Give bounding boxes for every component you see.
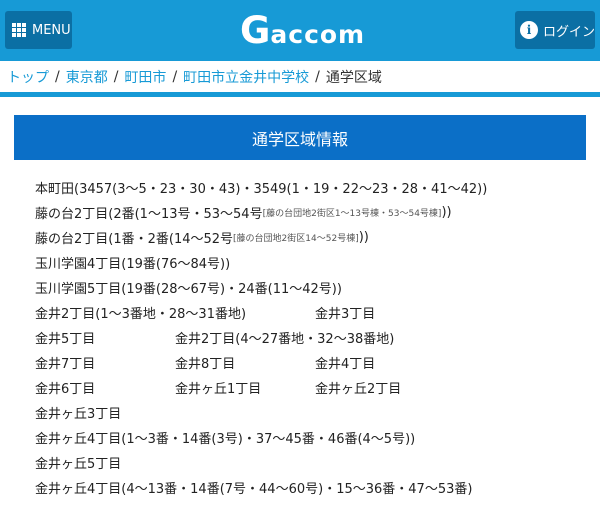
area-text: 金井4丁目 bbox=[315, 357, 376, 372]
area-list: 本町田(3457(3～5・23・30・43)・3549(1・19・22～23・2… bbox=[35, 175, 585, 500]
area-row: 金井2丁目(1～3番地・28～31番地) 金井3丁目 bbox=[35, 300, 585, 325]
logo-g: G bbox=[240, 9, 271, 52]
info-icon: i bbox=[520, 21, 538, 39]
area-text: 金井ヶ丘3丁目 bbox=[35, 407, 122, 422]
logo-text: accom bbox=[270, 20, 366, 49]
area-note: [藤の台団地2街区14～52号棟] bbox=[233, 234, 359, 244]
area-text: 金井8丁目 bbox=[175, 357, 236, 372]
breadcrumb-top[interactable]: トップ bbox=[7, 67, 49, 87]
area-text: 金井3丁目 bbox=[315, 307, 376, 322]
area-row: 金井6丁目 金井ヶ丘1丁目 金井ヶ丘2丁目 bbox=[35, 375, 585, 400]
area-text: 本町田(3457(3～5・23・30・43)・3549(1・19・22～23・2… bbox=[35, 182, 488, 197]
area-text: 金井ヶ丘1丁目 bbox=[175, 382, 262, 397]
menu-button[interactable]: MENU bbox=[5, 11, 72, 49]
breadcrumb-current: 通学区域 bbox=[325, 69, 382, 86]
area-text: 金井7丁目 bbox=[35, 357, 96, 372]
area-text: 金井ヶ丘5丁目 bbox=[35, 457, 122, 472]
area-row: 玉川学園4丁目(19番(76～84号)) bbox=[35, 250, 585, 275]
area-row: 金井7丁目 金井8丁目 金井4丁目 bbox=[35, 350, 585, 375]
area-row: 金井ヶ丘4丁目(1～3番・14番(3号)・37～45番・46番(4～5号)) bbox=[35, 425, 585, 450]
site-header: MENU G accom i ログイン bbox=[0, 0, 600, 61]
area-text: 藤の台2丁目(2番(1～13号・53～54号 bbox=[35, 207, 263, 222]
gaccom-logo[interactable]: G accom bbox=[240, 12, 365, 50]
area-row: 本町田(3457(3～5・23・30・43)・3549(1・19・22～23・2… bbox=[35, 175, 585, 200]
area-note: [藤の台団地2街区1～13号棟・53～54号棟] bbox=[262, 209, 442, 219]
area-row: 玉川学園5丁目(19番(28～67号)・24番(11～42号)) bbox=[35, 275, 585, 300]
area-text: 金井ヶ丘4丁目(1～3番・14番(3号)・37～45番・46番(4～5号)) bbox=[35, 432, 416, 447]
breadcrumb-separator: / bbox=[172, 68, 178, 85]
breadcrumb-separator: / bbox=[55, 68, 60, 85]
area-row: 藤の台2丁目(1番・2番(14～52号 [藤の台団地2街区14～52号棟] )) bbox=[35, 225, 585, 250]
breadcrumb-school[interactable]: 町田市立金井中学校 bbox=[183, 67, 309, 87]
area-row: 金井ヶ丘5丁目 bbox=[35, 450, 585, 475]
breadcrumb: トップ / 東京都 / 町田市 / 町田市立金井中学校 / 通学区域 bbox=[0, 61, 600, 92]
breadcrumb-separator: / bbox=[113, 68, 119, 85]
area-text: 玉川学園4丁目(19番(76～84号)) bbox=[35, 257, 231, 272]
area-text: 金井2丁目(1～3番地・28～31番地) bbox=[35, 307, 247, 322]
breadcrumb-tokyo[interactable]: 東京都 bbox=[66, 67, 108, 87]
area-text: 金井2丁目(4～27番地・32～38番地) bbox=[175, 332, 395, 347]
area-row: 金井5丁目 金井2丁目(4～27番地・32～38番地) bbox=[35, 325, 585, 350]
area-row: 金井ヶ丘4丁目(4～13番・14番(7号・44～60号)・15～36番・47～5… bbox=[35, 475, 585, 500]
area-row: 金井ヶ丘3丁目 bbox=[35, 400, 585, 425]
breadcrumb-separator: / bbox=[315, 68, 320, 85]
login-button[interactable]: i ログイン bbox=[515, 11, 595, 49]
area-text: 金井ヶ丘4丁目(4～13番・14番(7号・44～60号)・15～36番・47～5… bbox=[35, 482, 473, 497]
grid-menu-icon bbox=[12, 23, 26, 37]
menu-label: MENU bbox=[32, 22, 71, 38]
area-text-end: )) bbox=[358, 230, 369, 245]
area-text: 金井5丁目 bbox=[35, 332, 96, 347]
area-text: 玉川学園5丁目(19番(28～67号)・24番(11～42号)) bbox=[35, 282, 342, 297]
area-text: 金井6丁目 bbox=[35, 382, 96, 397]
area-text: 金井ヶ丘2丁目 bbox=[315, 382, 402, 397]
accent-divider bbox=[0, 92, 600, 97]
section-title-text: 通学区域情報 bbox=[251, 129, 348, 149]
area-text-end: )) bbox=[441, 205, 452, 220]
section-title: 通学区域情報 bbox=[14, 115, 586, 160]
area-text: 藤の台2丁目(1番・2番(14～52号 bbox=[35, 232, 234, 247]
login-label: ログイン bbox=[543, 24, 596, 40]
breadcrumb-machida[interactable]: 町田市 bbox=[124, 67, 166, 87]
area-row: 藤の台2丁目(2番(1～13号・53～54号 [藤の台団地2街区1～13号棟・5… bbox=[35, 200, 585, 225]
